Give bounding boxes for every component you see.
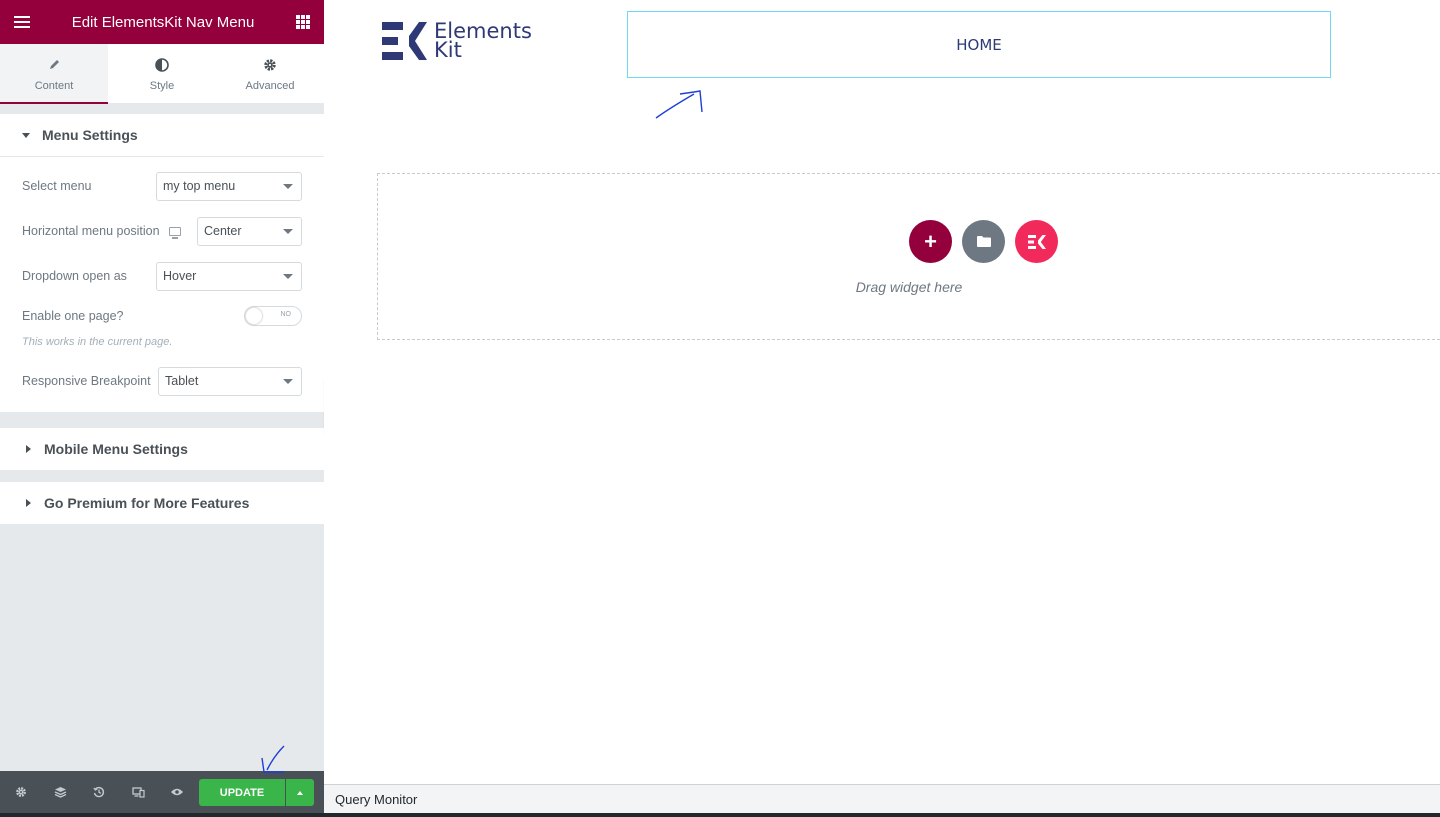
plus-icon: + (924, 228, 937, 254)
select-menu-control: Select menu my top menu (22, 171, 302, 201)
hamburger-menu-icon[interactable] (14, 16, 30, 28)
tab-style[interactable]: Style (108, 44, 216, 103)
horizontal-position-label: Horizontal menu position (22, 224, 160, 238)
tab-advanced-label: Advanced (245, 79, 295, 92)
empty-section-drop-area[interactable]: + Drag widget here (377, 173, 1440, 340)
elementskit-library-button[interactable] (1015, 220, 1058, 263)
mobile-menu-settings-section: Mobile Menu Settings (0, 428, 324, 470)
horizontal-position-dropdown[interactable]: Center (197, 216, 302, 246)
select-menu-value: my top menu (163, 179, 236, 193)
go-premium-section: Go Premium for More Features (0, 482, 324, 524)
add-template-button[interactable] (962, 220, 1005, 263)
nav-item-home[interactable]: HOME (956, 36, 1002, 54)
toggle-text: NO (280, 311, 292, 318)
bottom-taskbar-strip (0, 813, 1440, 817)
one-page-description: This works in the current page. (22, 336, 173, 348)
add-section-button[interactable]: + (909, 220, 952, 263)
breakpoint-value: Tablet (165, 374, 199, 388)
history-icon[interactable] (92, 785, 106, 799)
caret-right-icon (26, 445, 31, 453)
go-premium-header[interactable]: Go Premium for More Features (0, 482, 324, 524)
tab-style-label: Style (149, 79, 175, 92)
horizontal-position-value: Center (204, 224, 242, 238)
update-options-button[interactable] (286, 779, 314, 806)
widgets-grid-icon[interactable] (295, 15, 310, 29)
eye-preview-icon[interactable] (170, 785, 184, 799)
tab-content-label: Content (34, 79, 74, 92)
ek-logo-icon (1027, 234, 1046, 249)
panel-footer: UPDATE (0, 771, 324, 813)
one-page-control: Enable one page? NO (22, 306, 302, 326)
elementskit-logo: Elements Kit (382, 20, 532, 62)
caret-up-icon (297, 790, 303, 795)
breakpoint-label: Responsive Breakpoint (22, 374, 151, 388)
caret-right-icon (26, 499, 31, 507)
settings-gear-icon[interactable] (14, 785, 28, 799)
mobile-menu-settings-title: Mobile Menu Settings (44, 441, 188, 457)
layers-icon[interactable] (53, 785, 67, 799)
horizontal-position-control: Horizontal menu position Center (22, 216, 302, 246)
panel-tabs: Content Style Advanced (0, 44, 324, 104)
dropdown-arrow-icon (283, 378, 293, 384)
responsive-mode-icon[interactable] (131, 785, 145, 799)
dropdown-open-dropdown[interactable]: Hover (156, 261, 302, 291)
caret-down-icon (22, 132, 30, 138)
half-circle-icon (155, 56, 169, 74)
toggle-knob (246, 308, 262, 324)
one-page-toggle[interactable]: NO (244, 306, 302, 326)
logo-text-line2: Kit (434, 38, 462, 62)
panel-header: Edit ElementsKit Nav Menu (0, 0, 324, 44)
one-page-label: Enable one page? (22, 309, 124, 323)
drag-widget-hint: Drag widget here (855, 279, 963, 295)
tab-content[interactable]: Content (0, 44, 108, 104)
dropdown-arrow-icon (283, 273, 293, 279)
pencil-icon (48, 56, 61, 74)
go-premium-title: Go Premium for More Features (44, 495, 250, 511)
dropdown-open-control: Dropdown open as Hover (22, 261, 302, 291)
menu-settings-header[interactable]: Menu Settings (0, 114, 324, 157)
dropdown-open-label: Dropdown open as (22, 269, 127, 283)
dropdown-arrow-icon (283, 183, 293, 189)
update-button[interactable]: UPDATE (199, 779, 285, 806)
dropdown-arrow-icon (283, 228, 293, 234)
nav-menu-widget[interactable]: HOME (627, 11, 1331, 78)
tab-advanced[interactable]: Advanced (216, 44, 324, 103)
menu-settings-title: Menu Settings (42, 127, 138, 143)
mobile-menu-settings-header[interactable]: Mobile Menu Settings (0, 428, 324, 470)
select-menu-label: Select menu (22, 179, 92, 193)
select-menu-dropdown[interactable]: my top menu (156, 171, 302, 201)
editor-panel: Edit ElementsKit Nav Menu Content Style … (0, 0, 324, 817)
logo-text: Elements Kit (434, 21, 532, 62)
breakpoint-dropdown[interactable]: Tablet (158, 366, 302, 396)
dropdown-open-value: Hover (163, 269, 197, 283)
folder-icon (976, 236, 991, 247)
desktop-icon[interactable] (168, 226, 181, 239)
ek-logo-mark-icon (382, 22, 427, 60)
panel-title: Edit ElementsKit Nav Menu (71, 13, 255, 31)
gear-icon (263, 56, 277, 74)
preview-canvas: Elements Kit HOME + Drag widget here Que… (324, 0, 1440, 817)
breakpoint-control: Responsive Breakpoint Tablet (22, 366, 302, 396)
menu-settings-section: Menu Settings Select menu my top menu Ho… (0, 114, 324, 412)
query-monitor-bar[interactable]: Query Monitor (324, 784, 1440, 813)
